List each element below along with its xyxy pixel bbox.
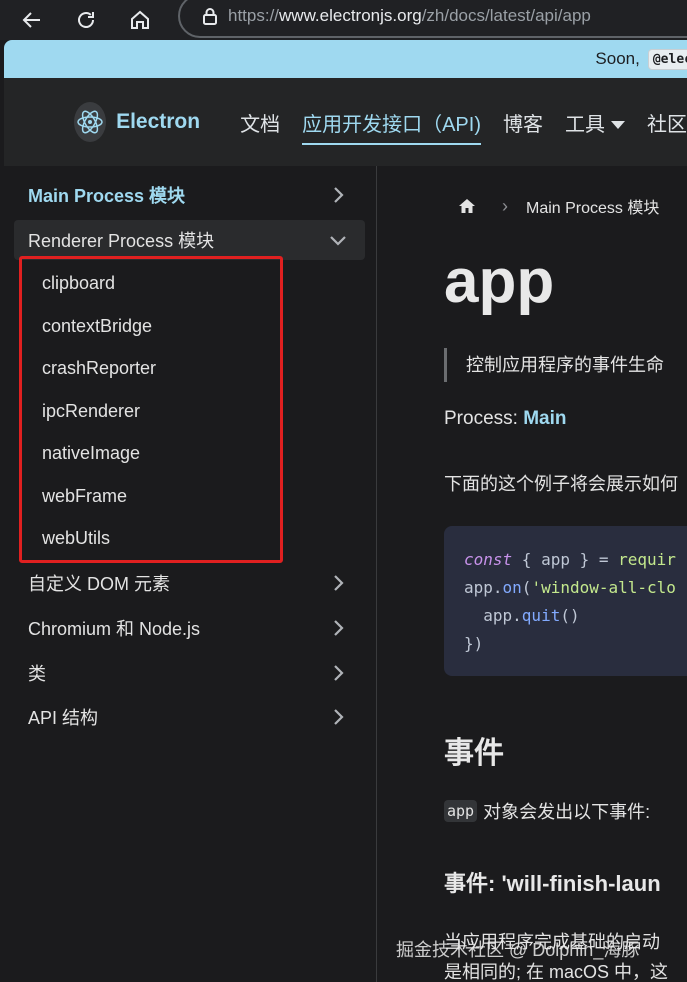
back-button[interactable] bbox=[18, 6, 46, 34]
code-text: ( bbox=[521, 578, 532, 597]
breadcrumb-current[interactable]: Main Process 模块 bbox=[526, 194, 659, 218]
home-icon bbox=[131, 10, 149, 29]
sidebar-item-label: API 结构 bbox=[28, 708, 99, 728]
code-text: { app } = bbox=[512, 550, 619, 569]
inline-code: app bbox=[444, 800, 478, 822]
sidebar-item-label: Main Process 模块 bbox=[28, 186, 186, 206]
sidebar-subitem-ipcrenderer[interactable]: ipcRenderer bbox=[42, 401, 140, 422]
process-label: Process: bbox=[444, 408, 524, 429]
sidebar-item-custom-dom[interactable]: 自定义 DOM 元素 bbox=[14, 563, 365, 603]
url-prefix: https:// bbox=[228, 6, 280, 25]
breadcrumb: › Main Process 模块 bbox=[458, 194, 659, 218]
doc-content: › Main Process 模块 app 控制应用程序的事件生命 Proces… bbox=[378, 166, 687, 982]
code-keyword: const bbox=[464, 550, 513, 569]
url-path: /zh/docs/latest/api/app bbox=[421, 6, 591, 25]
site-navbar: Electron 文档 应用开发接口（API) 博客 工具 社区 bbox=[4, 78, 687, 166]
dropdown-caret-icon bbox=[611, 121, 625, 130]
events-text: 对象会发出以下事件: bbox=[483, 802, 651, 822]
url-domain: www.electronjs.org bbox=[279, 6, 422, 25]
nav-blog[interactable]: 博客 bbox=[503, 108, 543, 137]
page-title: app bbox=[444, 247, 555, 316]
sidebar-item-api-structures[interactable]: API 结构 bbox=[14, 697, 365, 737]
announcement-banner: Soon, @elec bbox=[4, 40, 687, 78]
sidebar-item-label: Renderer Process 模块 bbox=[28, 231, 215, 251]
sidebar-item-renderer-process[interactable]: Renderer Process 模块 bbox=[14, 220, 365, 260]
chevron-right-icon bbox=[334, 575, 344, 591]
brand-name[interactable]: Electron bbox=[116, 110, 200, 134]
code-block: const { app } = requir app.on('window-al… bbox=[444, 526, 687, 676]
home-icon[interactable] bbox=[458, 197, 476, 215]
code-function: requir bbox=[618, 550, 676, 569]
event-heading: 事件: 'will-finish-laun bbox=[444, 871, 661, 896]
code-string: 'window-all-clo bbox=[531, 578, 676, 597]
events-heading: 事件 bbox=[444, 737, 504, 770]
nav-community[interactable]: 社区 bbox=[647, 108, 687, 137]
back-arrow-icon bbox=[22, 12, 40, 28]
banner-code: @elec bbox=[647, 48, 687, 70]
sidebar-item-classes[interactable]: 类 bbox=[14, 653, 365, 693]
nav-tools[interactable]: 工具 bbox=[565, 108, 625, 137]
nav-docs[interactable]: 文档 bbox=[240, 108, 280, 137]
process-link[interactable]: Main bbox=[523, 408, 566, 429]
code-text: app. bbox=[464, 606, 522, 625]
electron-atom-icon bbox=[77, 110, 103, 134]
electron-logo[interactable] bbox=[74, 102, 107, 142]
code-text: app. bbox=[464, 578, 503, 597]
sidebar-item-label: Chromium 和 Node.js bbox=[28, 619, 201, 639]
sidebar-subitem-crashreporter[interactable]: crashReporter bbox=[42, 358, 156, 379]
chevron-right-icon bbox=[334, 709, 344, 725]
nav-tools-label: 工具 bbox=[565, 113, 605, 136]
sidebar-subitem-clipboard[interactable]: clipboard bbox=[42, 273, 115, 294]
address-bar[interactable]: https://www.electronjs.org/zh/docs/lates… bbox=[178, 0, 687, 38]
breadcrumb-separator-icon: › bbox=[502, 195, 508, 216]
example-intro: 下面的这个例子将会展示如何 bbox=[444, 474, 678, 494]
sidebar-subitem-nativeimage[interactable]: nativeImage bbox=[42, 443, 140, 464]
code-function: on bbox=[502, 578, 522, 597]
browser-toolbar: https://www.electronjs.org/zh/docs/lates… bbox=[0, 0, 687, 40]
sidebar-item-chromium-node[interactable]: Chromium 和 Node.js bbox=[14, 608, 365, 648]
sidebar-item-main-process[interactable]: Main Process 模块 bbox=[14, 175, 365, 215]
url-text: https://www.electronjs.org/zh/docs/lates… bbox=[228, 6, 591, 26]
nav-api[interactable]: 应用开发接口（API) bbox=[302, 108, 481, 145]
sidebar-subitem-webframe[interactable]: webFrame bbox=[42, 486, 127, 507]
chevron-right-icon bbox=[334, 665, 344, 681]
sidebar-item-label: 类 bbox=[28, 664, 46, 684]
watermark: 掘金技术社区 @ Dolphin_海豚 bbox=[396, 940, 640, 960]
sidebar-subitem-contextbridge[interactable]: contextBridge bbox=[42, 316, 152, 337]
chevron-right-icon bbox=[334, 620, 344, 636]
process-line: Process: Main bbox=[444, 408, 566, 430]
chevron-right-icon bbox=[334, 187, 344, 203]
events-description: app 对象会发出以下事件: bbox=[444, 798, 650, 824]
lock-icon bbox=[203, 8, 217, 25]
code-function: quit bbox=[521, 606, 561, 625]
banner-text: Soon, bbox=[595, 49, 640, 68]
docs-sidebar: Main Process 模块 Renderer Process 模块 clip… bbox=[4, 166, 377, 982]
sidebar-item-label: 自定义 DOM 元素 bbox=[28, 574, 170, 594]
chevron-down-icon bbox=[330, 236, 346, 246]
code-text: }) bbox=[464, 634, 484, 653]
summary-quote: 控制应用程序的事件生命 bbox=[444, 348, 664, 382]
reload-icon bbox=[78, 12, 94, 28]
code-text: () bbox=[560, 606, 580, 625]
reload-button[interactable] bbox=[72, 6, 100, 34]
sidebar-subitem-webutils[interactable]: webUtils bbox=[42, 528, 110, 549]
home-button[interactable] bbox=[126, 6, 154, 34]
